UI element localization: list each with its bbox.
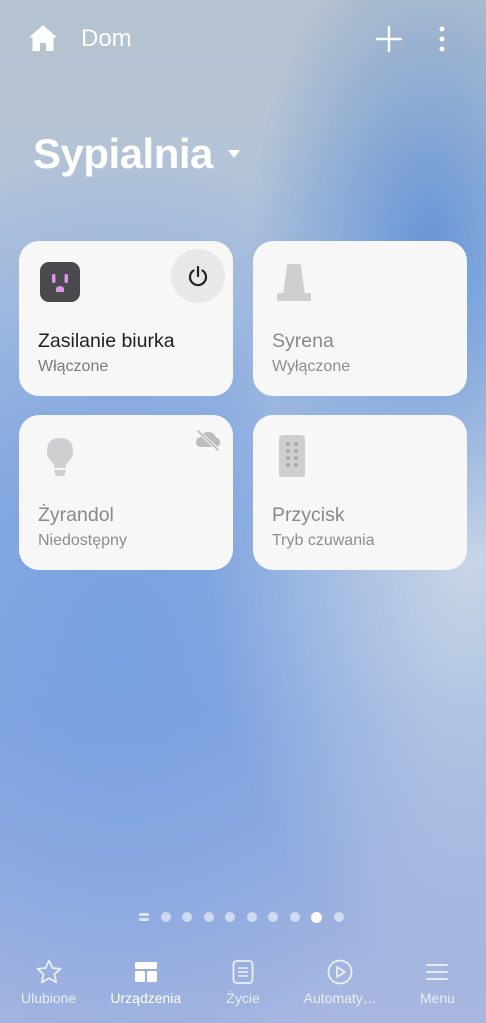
nav-label: Ulubione (20, 990, 77, 1006)
smart-plug-icon (40, 262, 80, 302)
more-options-icon[interactable] (430, 24, 454, 54)
nav-label: Życie (226, 990, 260, 1006)
add-icon[interactable] (374, 24, 404, 54)
devices-grid-icon (134, 962, 157, 982)
device-card-chandelier[interactable]: Żyrandol Niedostępny (19, 415, 233, 570)
page-dot[interactable] (289, 912, 300, 922)
device-card-siren[interactable]: Syrena Wyłączone (253, 241, 467, 396)
life-card-icon (232, 960, 254, 984)
device-name: Zasilanie biurka (38, 330, 175, 352)
device-status: Tryb czuwania (272, 532, 375, 549)
page-dot[interactable] (225, 912, 235, 922)
nav-automations[interactable]: Automaty… (292, 948, 389, 1023)
nav-label: Urządzenia (110, 990, 182, 1006)
room-title: Sypialnia (33, 130, 213, 177)
star-icon (36, 959, 61, 984)
page-dot-active[interactable] (311, 911, 322, 923)
nav-label: Menu (419, 990, 455, 1006)
page-dot[interactable] (268, 912, 278, 922)
home-icon[interactable] (28, 24, 58, 52)
room-selector[interactable]: Sypialnia (33, 130, 241, 178)
play-circle-icon (327, 959, 353, 985)
device-card-button[interactable]: Przycisk Tryb czuwania (253, 415, 467, 570)
page-dot[interactable] (333, 912, 344, 922)
page-indicator-bars-icon (139, 913, 149, 921)
device-name: Przycisk (272, 504, 345, 526)
nav-devices[interactable]: Urządzenia (97, 948, 194, 1023)
nav-label: Automaty… (303, 990, 377, 1006)
device-status: Wyłączone (272, 358, 351, 375)
bottom-navigation: Ulubione Urządzenia Życie Automaty… Menu (0, 948, 486, 1023)
page-indicator[interactable] (139, 911, 355, 923)
cloud-off-icon (196, 429, 220, 451)
nav-menu[interactable]: Menu (389, 948, 486, 1023)
page-dot[interactable] (160, 912, 171, 922)
nav-life[interactable]: Życie (194, 948, 291, 1023)
top-bar: Dom (0, 0, 486, 78)
nav-favorites[interactable]: Ulubione (0, 948, 97, 1023)
device-status: Włączone (38, 358, 109, 375)
page-dot[interactable] (246, 912, 257, 922)
power-toggle-button[interactable] (171, 249, 225, 303)
menu-icon (426, 964, 449, 980)
home-title[interactable]: Dom (81, 25, 132, 53)
device-card-desk-power[interactable]: Zasilanie biurka Włączone (19, 241, 233, 396)
caret-down-icon (227, 150, 240, 158)
page-dot[interactable] (203, 912, 214, 922)
device-status: Niedostępny (38, 532, 127, 549)
power-icon (188, 265, 208, 287)
device-name: Żyrandol (38, 504, 114, 526)
remote-button-icon (279, 435, 305, 477)
light-bulb-icon (47, 438, 73, 476)
device-name: Syrena (272, 330, 334, 352)
siren-icon (277, 264, 311, 301)
page-dot[interactable] (182, 912, 192, 922)
